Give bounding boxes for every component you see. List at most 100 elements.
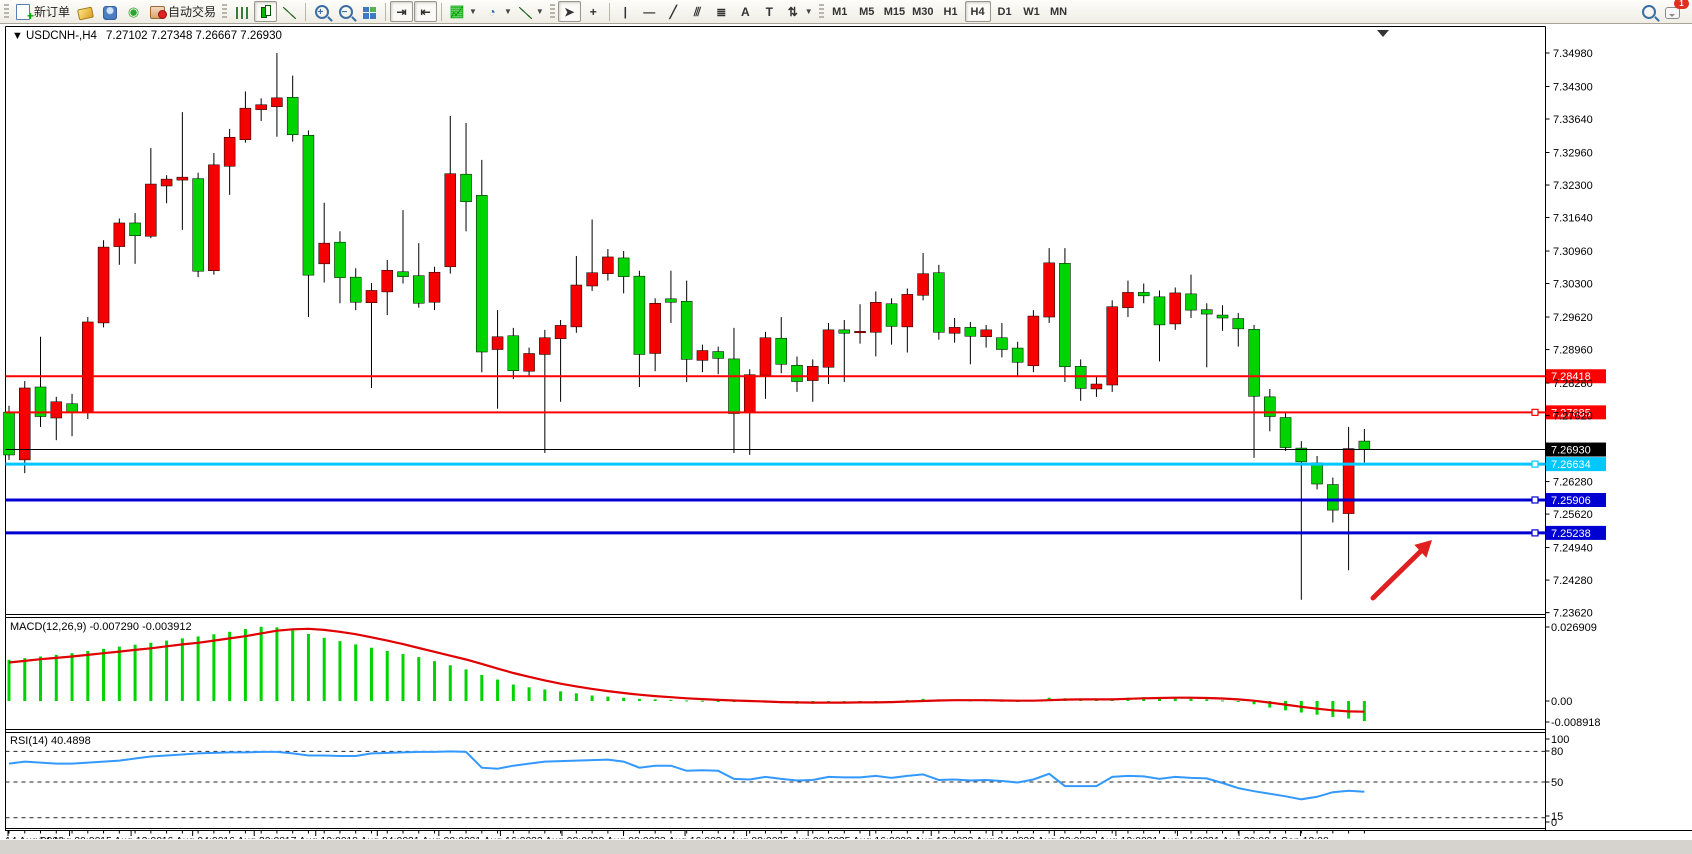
candle-body-bull — [902, 294, 913, 327]
candlestick-chart-button[interactable] — [254, 1, 277, 22]
line-handle[interactable] — [1532, 409, 1538, 415]
indicators-button[interactable]: 📈︎▼ — [446, 1, 480, 22]
toolbar-grip[interactable] — [819, 4, 824, 20]
candle-body-bull — [587, 273, 598, 286]
toolbar-grip[interactable] — [222, 4, 227, 20]
toolbar-grip[interactable] — [550, 4, 555, 20]
price-tick-label: 7.29620 — [1553, 312, 1593, 324]
chart-canvas[interactable]: 7.284187.276857.269307.266347.259067.252… — [0, 24, 1692, 847]
autotrade-icon — [150, 6, 165, 19]
macd-signal-line — [9, 629, 1364, 712]
timeframe-button-d1[interactable]: D1 — [992, 1, 1018, 22]
indicator-tick-label: 50 — [1551, 777, 1563, 789]
macd-histogram-bar — [480, 675, 483, 701]
text-button[interactable]: A — [734, 1, 757, 22]
candle-body-bull — [271, 98, 282, 107]
candle-body-bull — [240, 108, 251, 140]
candle-body-bear — [1359, 441, 1370, 449]
price-tick-label: 7.25620 — [1553, 509, 1593, 521]
macd-histogram-bar — [307, 634, 310, 701]
line-handle[interactable] — [1532, 530, 1538, 536]
indicator-tick-label: 0 — [1551, 817, 1557, 829]
chart-shift-button[interactable]: ⇤ — [414, 1, 437, 22]
periods-button[interactable]: ◔▼ — [481, 1, 515, 22]
cursor-button[interactable]: ➤ — [558, 1, 581, 22]
notifications-button[interactable]: 1 — [1661, 1, 1684, 22]
vertical-line-button[interactable]: | — [614, 1, 637, 22]
crosshair-button[interactable]: + — [582, 1, 605, 22]
channel-button[interactable]: ⫻ — [686, 1, 709, 22]
candle-body-bull — [1028, 316, 1039, 366]
autotrade-button[interactable]: 自动交易 — [146, 1, 219, 22]
fibonacci-button[interactable]: ≣ — [710, 1, 733, 22]
timeframe-button-m15[interactable]: M15 — [881, 1, 908, 22]
candle-body-bear — [1186, 294, 1197, 310]
bar-chart-button[interactable] — [230, 1, 253, 22]
candle-body-bear — [1012, 348, 1023, 362]
signal-button[interactable]: ◉ — [122, 1, 145, 22]
templates-button[interactable]: ▼ — [516, 1, 547, 22]
candle-body-bear — [1249, 329, 1260, 396]
macd-histogram-bar — [134, 645, 137, 701]
search-button[interactable] — [1637, 1, 1660, 22]
candle-body-bull — [492, 337, 503, 350]
toolbar-grip[interactable] — [4, 4, 9, 20]
price-line-badge-label: 7.25906 — [1551, 495, 1591, 507]
candle-body-bear — [334, 242, 345, 277]
line-chart-button[interactable] — [278, 1, 301, 22]
candle-body-bull — [1107, 307, 1118, 385]
line-handle[interactable] — [1532, 497, 1538, 503]
zoom-in-button[interactable]: + — [310, 1, 333, 22]
timeframe-button-w1[interactable]: W1 — [1019, 1, 1045, 22]
macd-histogram-bar — [1237, 701, 1240, 702]
timeframe-button-m5[interactable]: M5 — [854, 1, 880, 22]
macd-histogram-bar — [39, 656, 42, 701]
timeframe-button-h1[interactable]: H1 — [938, 1, 964, 22]
macd-histogram-bar — [575, 693, 578, 701]
symbol-dropdown-arrow[interactable]: ▼ — [12, 30, 23, 42]
price-line-badge-label: 7.26634 — [1551, 459, 1591, 471]
tile-windows-button[interactable] — [358, 1, 381, 22]
macd-histogram-bar — [654, 699, 657, 701]
candle-body-bull — [949, 327, 960, 333]
macd-histogram-bar — [622, 698, 625, 701]
channel-icon: ⫻ — [689, 4, 705, 20]
candle-body-bear — [1059, 263, 1070, 366]
arrows-tool-button[interactable]: ⇅▼ — [782, 1, 816, 22]
macd-histogram-bar — [1221, 700, 1224, 701]
timeframe-button-m30[interactable]: M30 — [909, 1, 936, 22]
account-button[interactable] — [98, 1, 121, 22]
macd-histogram-bar — [260, 627, 263, 701]
candle-body-bull — [445, 174, 456, 267]
candle-body-bull — [208, 165, 219, 271]
macd-histogram-bar — [717, 701, 720, 702]
macd-histogram-bar — [402, 654, 405, 701]
gold-button[interactable] — [74, 1, 97, 22]
price-tick-label: 7.27620 — [1553, 411, 1593, 423]
chart-shift-marker[interactable] — [1377, 30, 1389, 37]
macd-histogram-bar — [71, 653, 74, 701]
zoom-out-button[interactable]: − — [334, 1, 357, 22]
line-handle[interactable] — [1532, 461, 1538, 467]
ohlc-readout: 7.27102 7.27348 7.26667 7.26930 — [106, 30, 282, 42]
timeframe-button-h4[interactable]: H4 — [965, 1, 991, 22]
candle-body-bear — [1217, 315, 1228, 318]
candle-body-bull — [870, 302, 881, 332]
trendline-button[interactable]: ╱ — [662, 1, 685, 22]
candle-body-bear — [1138, 292, 1149, 295]
auto-scroll-button[interactable]: ⇥ — [390, 1, 413, 22]
horizontal-line-button[interactable]: — — [638, 1, 661, 22]
trend-arrow[interactable] — [1373, 551, 1421, 598]
price-axis[interactable]: 7.349807.343007.336407.329607.323007.316… — [1546, 48, 1601, 829]
timeframe-button-m1[interactable]: M1 — [827, 1, 853, 22]
candle-body-bear — [4, 412, 15, 455]
text-label-button[interactable]: T — [758, 1, 781, 22]
macd-histogram-bar — [338, 641, 341, 701]
new-order-button[interactable]: 新订单 — [12, 1, 73, 22]
pane-frames — [6, 27, 1692, 832]
candle-body-bull — [1091, 384, 1102, 389]
auto-scroll-icon: ⇥ — [394, 4, 410, 20]
timeframe-button-mn[interactable]: MN — [1046, 1, 1072, 22]
candle-body-bear — [476, 195, 487, 352]
price-tick-label: 7.31640 — [1553, 213, 1593, 225]
